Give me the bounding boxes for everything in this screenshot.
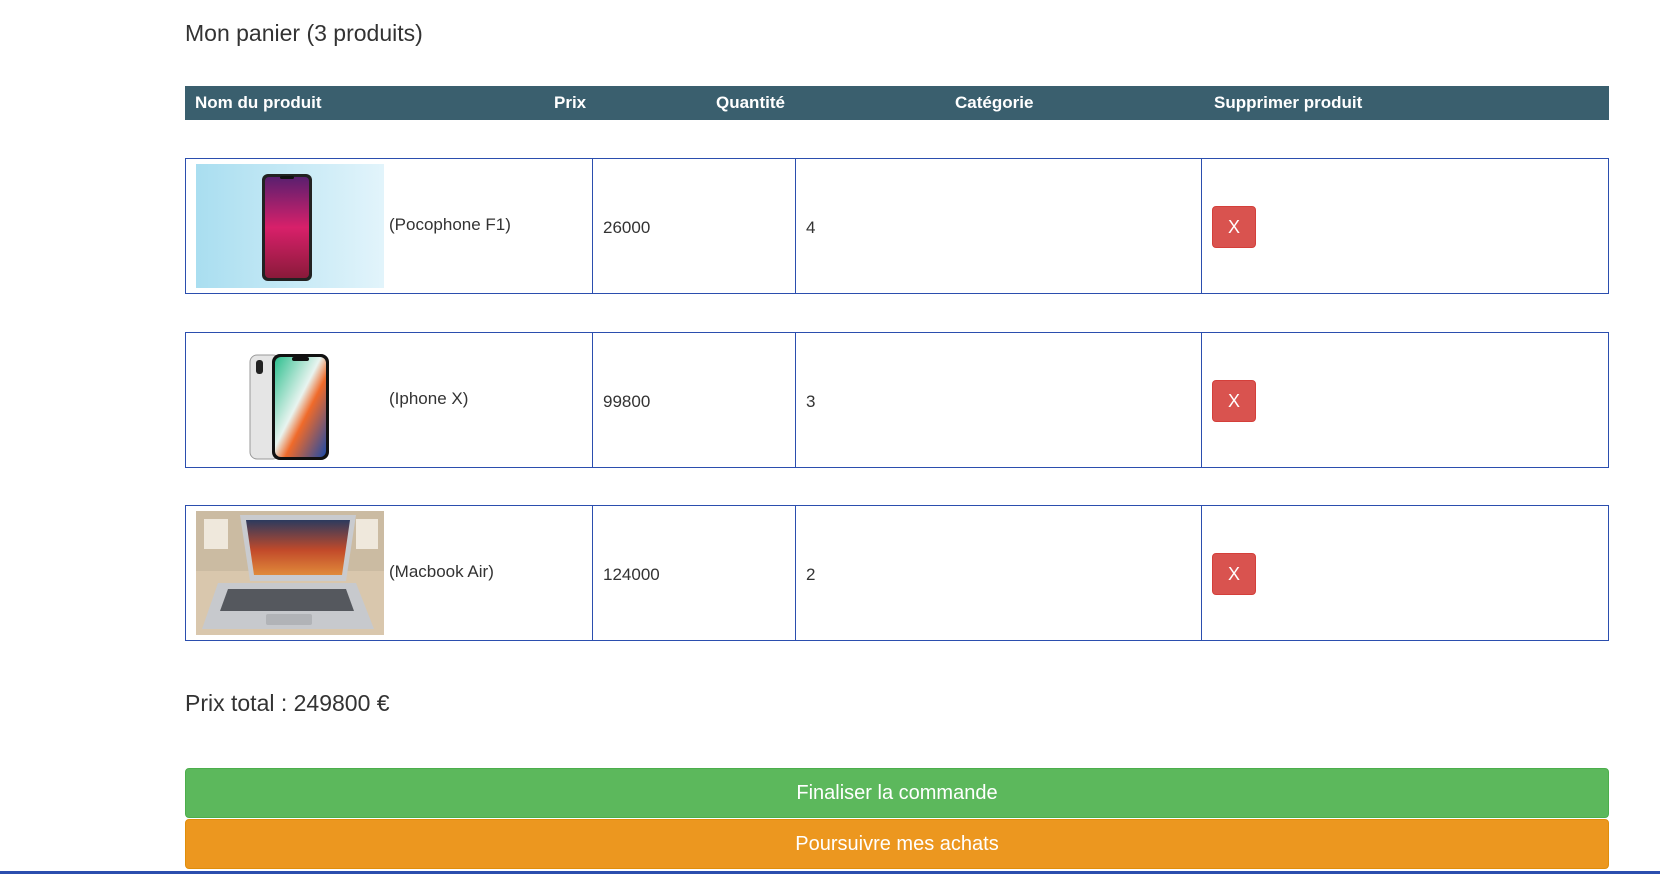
product-cell: (Iphone X): [186, 333, 593, 467]
table-row: (Iphone X) 99800 3 X: [185, 332, 1609, 468]
continue-shopping-button[interactable]: Poursuivre mes achats: [185, 819, 1609, 869]
product-image-iphone: [196, 338, 384, 462]
header-product-name: Nom du produit: [195, 93, 322, 112]
table-row: (Macbook Air) 124000 2 X: [185, 505, 1609, 641]
delete-product-button[interactable]: X: [1212, 380, 1256, 422]
quantity-category-cell: 2: [796, 506, 1202, 640]
product-cell: (Macbook Air): [186, 506, 593, 640]
finalize-order-button[interactable]: Finaliser la commande: [185, 768, 1609, 818]
product-name: (Macbook Air): [389, 562, 494, 581]
price-cell: 99800: [593, 333, 796, 467]
product-image-pocophone: [196, 164, 384, 288]
price-cell: 124000: [593, 506, 796, 640]
quantity-category-cell: 3: [796, 333, 1202, 467]
product-cell: (Pocophone F1): [186, 159, 593, 293]
product-name: (Iphone X): [389, 389, 469, 408]
product-quantity: 3: [806, 392, 816, 411]
delete-product-button[interactable]: X: [1212, 553, 1256, 595]
cart-title: Mon panier (3 produits): [185, 20, 423, 46]
delete-cell: X: [1202, 333, 1608, 467]
price-cell: 26000: [593, 159, 796, 293]
header-category: Catégorie: [955, 93, 1034, 112]
table-row: (Pocophone F1) 26000 4 X: [185, 158, 1609, 294]
header-delete: Supprimer produit: [1214, 93, 1363, 112]
header-price: Prix: [554, 93, 587, 112]
header-quantity: Quantité: [716, 93, 785, 112]
delete-product-button[interactable]: X: [1212, 206, 1256, 248]
product-price: 124000: [603, 565, 660, 584]
product-price: 26000: [603, 218, 651, 237]
product-quantity: 2: [806, 565, 816, 584]
delete-cell: X: [1202, 159, 1608, 293]
table-header: Nom du produit Prix Quantité Catégorie S…: [185, 86, 1609, 120]
product-price: 99800: [603, 392, 651, 411]
product-image-macbook: [196, 511, 384, 635]
product-quantity: 4: [806, 218, 816, 237]
total-price: Prix total : 249800 €: [185, 690, 390, 716]
product-name: (Pocophone F1): [389, 215, 511, 234]
delete-cell: X: [1202, 506, 1608, 640]
quantity-category-cell: 4: [796, 159, 1202, 293]
